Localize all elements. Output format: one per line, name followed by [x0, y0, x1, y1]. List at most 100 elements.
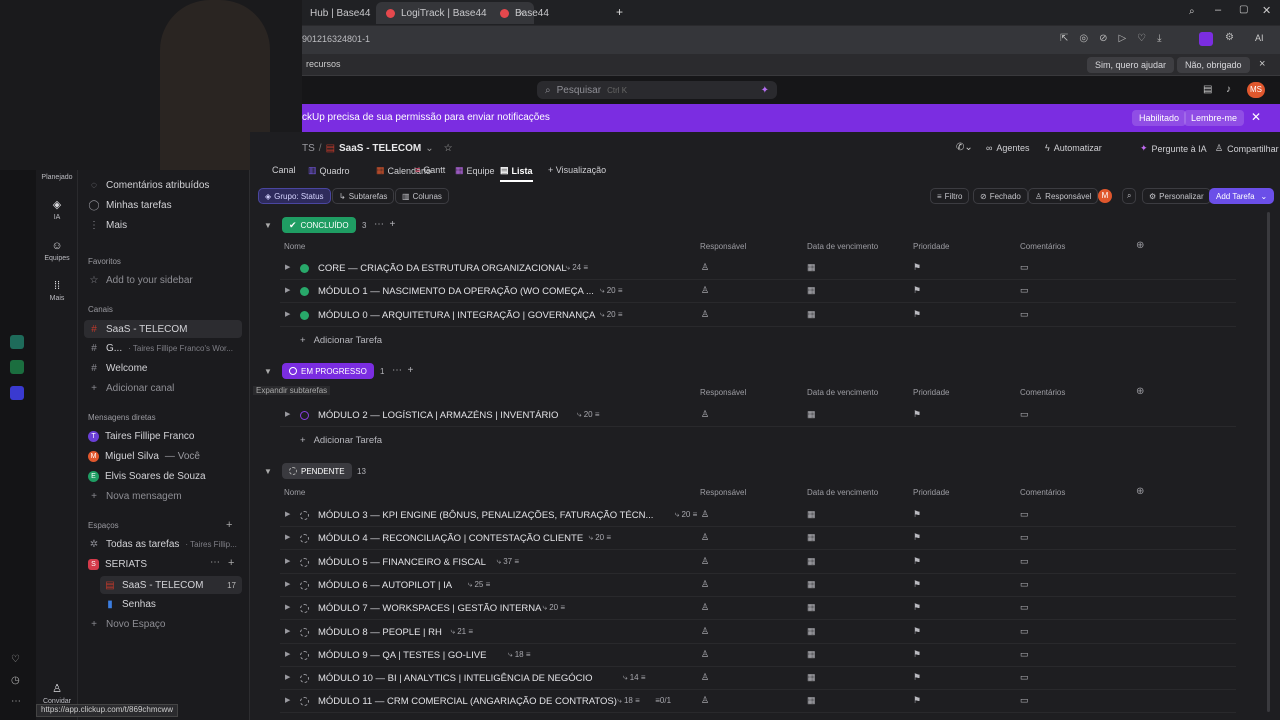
comment-icon[interactable]: ▭ — [1020, 626, 1029, 637]
status-badge-em-progresso[interactable]: EM PROGRESSO — [282, 363, 374, 379]
task-name[interactable]: MÓDULO 0 — ARQUITETURA | INTEGRAÇÃO | GO… — [318, 310, 595, 321]
expand-caret-icon[interactable]: ▶ — [285, 627, 290, 635]
table-row[interactable]: ▶ MÓDULO 0 — ARQUITETURA | INTEGRAÇÃO | G… — [280, 304, 1236, 327]
flag-icon[interactable]: ⚑ — [913, 285, 921, 296]
expand-caret-icon[interactable]: ▶ — [285, 557, 290, 565]
subtarefas-chip[interactable]: ↳ Subtarefas — [332, 188, 395, 204]
calendar-icon[interactable]: ▦ — [807, 409, 816, 420]
tab-quadro[interactable]: ▥ Quadro — [308, 165, 350, 176]
assignee-icon[interactable]: ♙ — [701, 579, 709, 590]
assignee-icon[interactable]: ♙ — [701, 262, 709, 273]
task-name[interactable]: MÓDULO 6 — AUTOPILOT | IA — [318, 580, 452, 591]
agentes-button[interactable]: ∞ Agentes — [986, 143, 1029, 153]
add-column-icon[interactable]: ⊕ — [1136, 486, 1144, 497]
task-name[interactable]: MÓDULO 8 — PEOPLE | RH — [318, 627, 442, 638]
flag-icon[interactable]: ⚑ — [913, 309, 921, 320]
breadcrumb[interactable]: TS / ▤ SaaS - TELECOM ⌄ ☆ — [302, 143, 453, 154]
rail-equipes[interactable]: ☺ Equipes — [36, 240, 78, 262]
fechado-chip[interactable]: ⊘ Fechado — [973, 188, 1028, 204]
flag-icon[interactable]: ⚑ — [913, 672, 921, 683]
sidebar-item-comentarios[interactable]: ◌ Comentários atribuídos — [88, 180, 209, 191]
flag-icon[interactable]: ⚑ — [913, 579, 921, 590]
bell-icon[interactable]: ♪ — [1226, 84, 1231, 95]
search-tabs-icon[interactable]: ⌕ — [1189, 6, 1195, 17]
browser-tab-base44[interactable]: Base44 — [490, 2, 559, 24]
group-status-chip[interactable]: ◈ Grupo: Status — [258, 188, 331, 204]
new-tab-icon[interactable]: + — [616, 5, 623, 19]
comment-icon[interactable]: ▭ — [1020, 409, 1029, 420]
status-icon[interactable] — [300, 287, 309, 297]
table-row[interactable]: ▶ CORE — CRIAÇÃO DA ESTRUTURA ORGANIZACIO… — [280, 257, 1236, 280]
automatizar-button[interactable]: ϟ Automatizar — [1045, 143, 1102, 153]
subtask-count[interactable]: ⤷ 18 ≡ — [617, 696, 640, 706]
expand-caret-icon[interactable]: ▶ — [285, 696, 290, 704]
status-icon[interactable] — [300, 310, 309, 320]
status-icon[interactable] — [300, 580, 309, 590]
subtask-count[interactable]: ⤷ 20 ≡ — [600, 310, 623, 320]
rail-planejado[interactable]: Planejado — [36, 174, 78, 181]
window-close-icon[interactable]: ✕ — [1262, 4, 1271, 17]
browser-toolbar-icons[interactable]: ⇱◎⊘▷♡⤓ — [1060, 33, 1173, 44]
sidebar-item-seriats[interactable]: S SERIATS — [88, 559, 147, 570]
assignee-icon[interactable]: ♙ — [701, 649, 709, 660]
task-name[interactable]: MÓDULO 5 — FINANCEIRO & FISCAL — [318, 557, 486, 568]
search-input[interactable]: ⌕ Pesquisar Ctrl K ✦ — [537, 81, 777, 99]
more-icon[interactable]: ⋯ — [11, 696, 21, 707]
phone-icon[interactable]: ✆⌄ — [956, 142, 973, 153]
heart-icon[interactable]: ♡ — [11, 654, 20, 665]
subtask-count[interactable]: ⤷ 14 ≡ — [623, 673, 646, 683]
expand-caret-icon[interactable]: ▶ — [285, 580, 290, 588]
subtask-count[interactable]: ⤷ 25 ≡ — [468, 580, 491, 590]
assignee-icon[interactable]: ♙ — [701, 556, 709, 567]
comment-icon[interactable]: ▭ — [1020, 695, 1029, 706]
assignee-icon[interactable]: ♙ — [701, 695, 709, 706]
tab-gantt[interactable]: ≡ Gantt — [415, 165, 445, 175]
assignee-icon[interactable]: ♙ — [701, 602, 709, 613]
sidebar-item-mais[interactable]: ⋮ Mais — [88, 220, 127, 231]
status-icon[interactable] — [300, 604, 309, 614]
status-icon[interactable] — [300, 557, 309, 567]
discord-icon[interactable] — [10, 386, 24, 400]
calendar-icon[interactable]: ▦ — [807, 602, 816, 613]
task-name[interactable]: MÓDULO 2 — LOGÍSTICA | ARMAZÉNS | INVENT… — [318, 410, 558, 421]
assignee-icon[interactable]: ♙ — [701, 509, 709, 520]
rail-ia[interactable]: ◈ IA — [36, 198, 78, 221]
calendar-icon[interactable]: ▦ — [807, 579, 816, 590]
add-task-row[interactable]: + Adicionar Tarefa — [300, 435, 382, 446]
subtask-count[interactable]: ⤷ 21 ≡ — [451, 627, 474, 637]
colunas-chip[interactable]: ▥ Colunas — [395, 188, 449, 204]
close-icon[interactable]: ✕ — [1251, 110, 1261, 124]
flag-icon[interactable]: ⚑ — [913, 649, 921, 660]
subtask-count[interactable]: ⤷ 37 ≡ — [497, 557, 520, 567]
calendar-icon[interactable]: ▦ — [807, 626, 816, 637]
calendar-icon[interactable]: ▦ — [807, 672, 816, 683]
table-row[interactable]: ▶ MÓDULO 3 — KPI ENGINE (BÔNUS, PENALIZAÇ… — [280, 504, 1236, 527]
star-icon[interactable]: ☆ — [444, 143, 453, 154]
sidebar-item-minhas-tarefas[interactable]: ◯ Minhas tarefas — [88, 200, 171, 211]
filtro-chip[interactable]: ≡ Filtro — [930, 188, 970, 204]
whatsapp-icon[interactable] — [10, 360, 24, 374]
status-icon[interactable] — [300, 627, 309, 637]
table-row[interactable]: ▶ MÓDULO 11 — CRM COMERCIAL (ANGARIAÇÃO D… — [280, 690, 1236, 714]
comment-icon[interactable]: ▭ — [1020, 672, 1029, 683]
comment-icon[interactable]: ▭ — [1020, 579, 1029, 590]
status-icon[interactable] — [300, 650, 309, 660]
flag-icon[interactable]: ⚑ — [913, 695, 921, 706]
calendar-icon[interactable]: ▦ — [807, 309, 816, 320]
comment-icon[interactable]: ▭ — [1020, 309, 1029, 320]
help-yes-button[interactable]: Sim, quero ajudar — [1087, 57, 1175, 73]
table-row[interactable]: ▶ MÓDULO 8 — PEOPLE | RH ⤷ 21 ≡ ♙ ▦ ⚑ ▭ — [280, 621, 1236, 644]
ai-icon[interactable]: AI — [1255, 33, 1264, 43]
subtask-count[interactable]: ⤷ 24 ≡ — [566, 263, 589, 273]
task-name[interactable]: CORE — CRIAÇÃO DA ESTRUTURA ORGANIZACION… — [318, 263, 567, 274]
task-name[interactable]: MÓDULO 3 — KPI ENGINE (BÔNUS, PENALIZAÇÕ… — [318, 510, 653, 521]
avatar[interactable]: MS — [1247, 82, 1265, 98]
add-tarefa-button[interactable]: Add Tarefa ⌄ — [1209, 188, 1275, 204]
extension-icon[interactable] — [1199, 32, 1213, 46]
table-row[interactable]: ▶ MÓDULO 10 — BI | ANALYTICS | INTELIGÊNC… — [280, 667, 1236, 691]
calendar-icon[interactable]: ▦ — [807, 509, 816, 520]
sidebar-item-nova-mensagem[interactable]: + Nova mensagem — [88, 491, 182, 502]
subtask-count[interactable]: ⤷ 20 ≡ — [600, 286, 623, 296]
subtask-count[interactable]: ⤷ 20 ≡ — [577, 410, 600, 420]
collapse-caret-icon[interactable]: ▼ — [264, 467, 272, 476]
